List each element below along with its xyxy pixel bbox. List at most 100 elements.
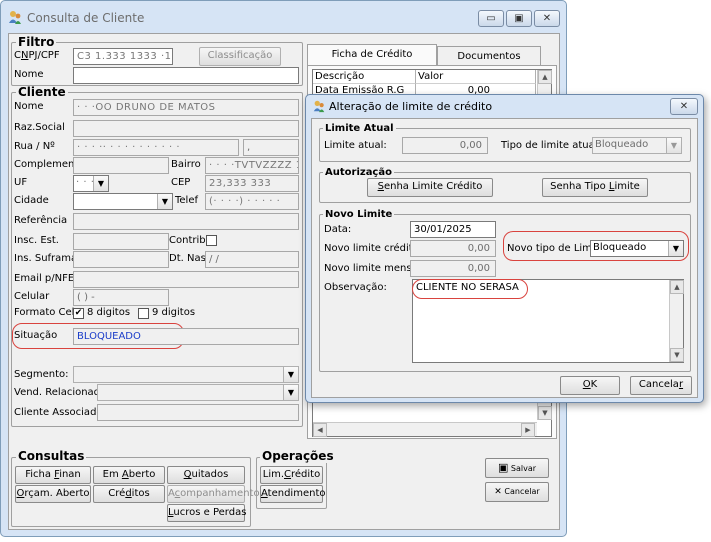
email-field	[73, 271, 299, 288]
formato-cel-label: Formato Cel:	[14, 307, 78, 318]
creditos-button[interactable]: Créditos	[93, 485, 165, 503]
novo-limite-mensal-label: Novo limite mensal:	[324, 263, 424, 274]
dialog-title: Alteração de limite de crédito	[329, 100, 493, 113]
dialog-client-area: Limite Atual Limite atual: 0,00 Tipo de …	[311, 118, 698, 398]
cliente-nome-label: Nome	[14, 101, 44, 112]
digitos-9-checkbox[interactable]	[138, 308, 149, 319]
razao-social-label: Raz.Social	[14, 122, 65, 133]
tipo-atual-value: Bloqueado	[595, 139, 649, 150]
scroll-left-icon[interactable]: ◀	[313, 423, 327, 437]
cancelar-button[interactable]: ✕ Cancelar	[485, 482, 549, 502]
celular-field: ( ) -	[73, 289, 169, 306]
digitos-9-label: 9 digitos	[152, 307, 196, 318]
observacao-scroll-down-icon[interactable]: ▼	[670, 348, 684, 362]
cidade-dropdown-arrow[interactable]: ▼	[157, 194, 172, 209]
data-label: Data:	[324, 224, 352, 235]
window-title: Consulta de Cliente	[27, 11, 145, 25]
limite-atual-field: 0,00	[402, 137, 488, 154]
senha-limite-credito-button[interactable]: Senha Limite Crédito	[367, 178, 493, 197]
novo-tipo-value: Bloqueado	[593, 242, 647, 253]
segmento-select[interactable]: ▼	[73, 366, 299, 383]
rua-field: · · · ·· · · · · · · · · · ·	[73, 139, 239, 156]
digitos-8-checkbox[interactable]: ✔	[73, 308, 84, 319]
vend-label: Vend. Relacionado:	[14, 387, 110, 398]
novo-tipo-select[interactable]: Bloqueado ▼	[590, 240, 684, 257]
data-input[interactable]: 30/01/2025	[410, 221, 496, 238]
lim-credito-button[interactable]: Lim.Crédito	[260, 466, 323, 484]
grid-header-valor: Valor	[416, 70, 536, 84]
uf-select[interactable]: · · · ▼	[73, 175, 109, 192]
tipo-atual-label: Tipo de limite atual:	[501, 140, 601, 151]
cliente-nome-field: · · ·OO DRUNO DE MATOS	[73, 99, 299, 116]
filtro-nome-input[interactable]	[73, 67, 299, 84]
senha-tipo-limite-button[interactable]: Senha Tipo Limite	[542, 178, 648, 197]
ficha-finan-button[interactable]: Ficha Finan	[15, 466, 91, 484]
classificacao-button[interactable]: Classificação	[199, 47, 281, 66]
lucros-perdas-button[interactable]: Lucros e Perdas	[167, 504, 246, 522]
cliente-assoc-field	[97, 404, 299, 421]
bairro-field: · · · ·TVTVZZZZ 1	[205, 157, 299, 174]
cliente-title: Cliente	[16, 85, 68, 99]
tipo-atual-dropdown-arrow[interactable]: ▼	[666, 138, 681, 153]
quitados-button[interactable]: Quitados	[167, 466, 245, 484]
cidade-select[interactable]: ▼	[73, 193, 173, 210]
salvar-button[interactable]: ▣ Salvar	[485, 458, 549, 478]
scroll-up-icon[interactable]: ▲	[538, 70, 552, 84]
save-icon: ▣	[497, 461, 509, 474]
dt-nas-label: Dt. Nas.	[169, 253, 209, 264]
novo-limite-credito-field: 0,00	[410, 240, 496, 257]
observacao-scroll-up-icon[interactable]: ▲	[670, 280, 684, 294]
observacao-highlight	[412, 279, 528, 299]
vend-select[interactable]: ▼	[97, 384, 299, 401]
limite-atual-title: Limite Atual	[323, 122, 396, 135]
cnpj-input[interactable]: C3 1.333 1333 ·13	[73, 48, 173, 65]
close-button[interactable]: ✕	[534, 10, 560, 27]
limite-atual-label: Limite atual:	[324, 140, 387, 151]
scroll-down-icon[interactable]: ▼	[538, 406, 552, 420]
uf-dropdown-arrow[interactable]: ▼	[93, 176, 108, 191]
cep-label: CEP	[171, 177, 191, 188]
ins-suframa-field	[73, 251, 169, 268]
novo-limite-credito-label: Novo limite crédito:	[324, 243, 423, 254]
grid-horizontal-scrollbar[interactable]: ◀ ▶	[313, 422, 537, 437]
novo-tipo-dropdown-arrow[interactable]: ▼	[668, 241, 683, 256]
scroll-right-icon[interactable]: ▶	[521, 423, 535, 437]
numero-field: ,	[243, 139, 299, 156]
ok-button[interactable]: OK	[560, 376, 620, 395]
complement-field	[73, 157, 169, 174]
cidade-label: Cidade	[14, 195, 49, 206]
acompanhamento-button[interactable]: Acompanhamento	[167, 485, 260, 503]
segmento-dropdown-arrow[interactable]: ▼	[283, 367, 298, 382]
ins-suframa-label: Ins. Suframa	[14, 253, 78, 264]
rua-label: Rua / Nº	[14, 141, 55, 152]
tab-documentos[interactable]: Documentos	[437, 46, 541, 66]
bairro-label: Bairro	[171, 159, 201, 170]
observacao-scrollbar[interactable]: ▲ ▼	[669, 280, 684, 362]
tipo-atual-select[interactable]: Bloqueado ▼	[592, 137, 682, 154]
observacao-label: Observação:	[324, 282, 387, 293]
dialog-cancelar-button[interactable]: Cancelar	[630, 376, 692, 395]
operacoes-title: Operações	[260, 449, 336, 463]
uf-label: UF	[14, 177, 28, 188]
em-aberto-button[interactable]: Em Aberto	[93, 466, 165, 484]
novo-limite-title: Novo Limite	[323, 208, 395, 221]
vend-dropdown-arrow[interactable]: ▼	[283, 385, 298, 400]
situacao-label: Situação	[14, 330, 58, 341]
cep-field: 23,333 333	[205, 175, 299, 192]
filtro-nome-label: Nome	[14, 69, 44, 80]
cliente-assoc-label: Cliente Associado:	[14, 407, 106, 418]
orcam-aberto-button[interactable]: Orçam. Aberto	[15, 485, 91, 503]
contrib-label: Contrib:	[169, 235, 209, 246]
referencia-label: Referência	[14, 215, 68, 226]
insc-est-field	[73, 233, 169, 250]
contrib-checkbox[interactable]	[206, 235, 217, 246]
dialog-close-button[interactable]: ✕	[670, 98, 698, 115]
minimize-button[interactable]: ▭	[478, 10, 504, 27]
referencia-field	[73, 213, 299, 230]
maximize-button[interactable]: ▣	[506, 10, 532, 27]
atendimento-button[interactable]: Atendimento	[260, 485, 325, 503]
segmento-label: Segmento:	[14, 369, 69, 380]
tab-ficha-credito[interactable]: Ficha de Crédito	[307, 44, 437, 66]
dt-nas-field: / /	[205, 251, 299, 268]
email-label: Email p/NFE	[14, 273, 75, 284]
